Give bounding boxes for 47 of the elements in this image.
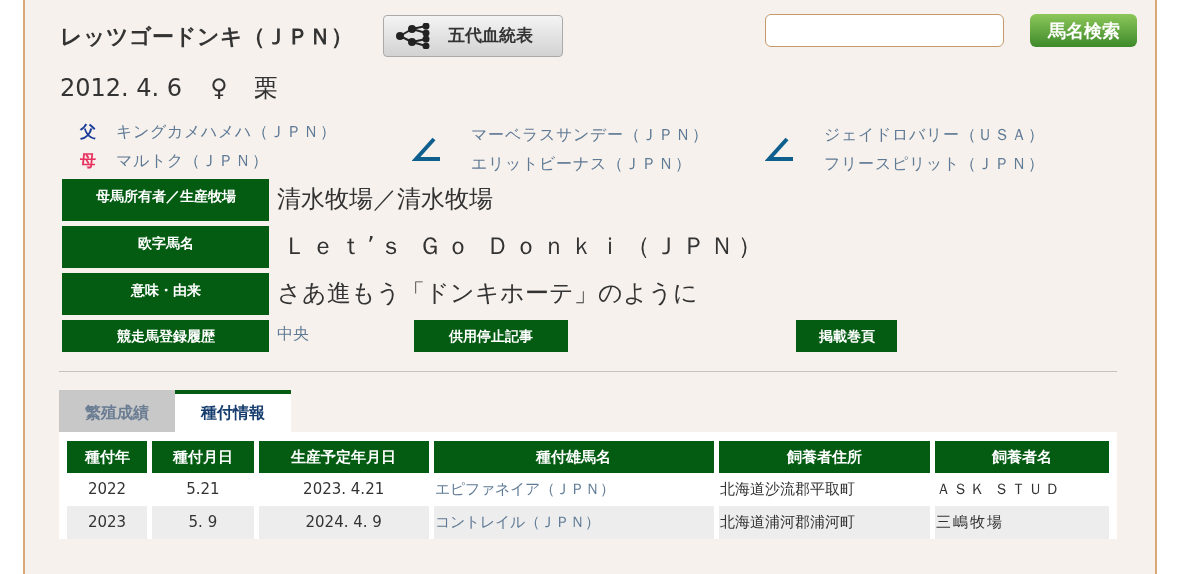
field-value: 清水牧場／清水牧場	[277, 184, 493, 215]
pedigree-button[interactable]: 五代血統表	[383, 15, 563, 57]
field-label: 欧字馬名	[62, 226, 269, 268]
column-header: 種付雄馬名	[433, 441, 714, 473]
table-cell: 北海道浦河郡浦河町	[719, 513, 855, 532]
table-cell: 2023. 4.21	[303, 480, 385, 499]
registry-link[interactable]: 中央	[277, 320, 414, 352]
horse-name-title: レッツゴードンキ（ＪＰＮ）	[60, 22, 354, 51]
column-header: 飼養者住所	[718, 441, 930, 473]
tab[interactable]: 種付情報	[175, 390, 291, 432]
table-cell: ＡＳＫ ＳＴＵＤ	[935, 480, 1062, 499]
search-button[interactable]: 馬名検索	[1030, 13, 1137, 47]
field-label: 競走馬登録履歴	[62, 320, 269, 352]
parent-label: 母	[80, 150, 96, 172]
column-header: 種付年	[67, 441, 148, 473]
table-cell: 2024. 4. 9	[305, 513, 382, 532]
pedigree-angle-icon	[412, 137, 442, 161]
table-cell: 三嶋牧場	[935, 513, 1004, 532]
field-value: Ｌｅｔ’ｓ Ｇｏ Ｄｏｎｋｉ（ＪＰＮ）	[283, 231, 766, 262]
parent-label: 父	[80, 121, 96, 143]
field-label: 母馬所有者／生産牧場	[62, 179, 269, 221]
grandparent-link[interactable]: エリットビーナス（ＪＰＮ）	[471, 151, 709, 176]
column-header: 飼養者名	[934, 441, 1109, 473]
birth-date: 2012. 4. 6	[60, 73, 183, 104]
table-cell: 2023	[87, 513, 127, 532]
pedigree-angle-icon	[765, 137, 795, 161]
tab[interactable]: 繁殖成績	[59, 390, 175, 432]
grandparent-link[interactable]: ジェイドロバリー（ＵＳＡ）	[824, 122, 1045, 147]
article-button[interactable]: 掲載巻頁	[796, 320, 897, 352]
search-field[interactable]	[764, 13, 1005, 47]
sex-symbol: ♀	[210, 73, 228, 104]
sire-dam-link[interactable]: キングカメハメハ（ＪＰＮ）	[116, 120, 337, 144]
column-header: 種付月日	[152, 441, 254, 473]
grandparent-link[interactable]: マーベラスサンデー（ＪＰＮ）	[471, 122, 709, 147]
stallion-link[interactable]: エピファネイア（ＪＰＮ）	[434, 480, 615, 499]
grandparent-link[interactable]: フリースピリット（ＪＰＮ）	[824, 151, 1045, 176]
stallion-link[interactable]: コントレイル（ＪＰＮ）	[434, 513, 600, 532]
article-button[interactable]: 供用停止記事	[414, 320, 568, 352]
table-cell: 5.21	[186, 480, 220, 499]
coat-color: 栗	[253, 73, 278, 104]
field-value: さあ進もう「ドンキホーテ」のように	[277, 278, 698, 309]
column-header: 生産予定年月日	[258, 441, 429, 473]
field-label: 意味・由来	[62, 273, 269, 315]
sire-dam-link[interactable]: マルトク（ＪＰＮ）	[116, 149, 269, 173]
table-cell: 5. 9	[188, 513, 218, 532]
table-cell: 2022	[87, 480, 127, 499]
table-cell: 北海道沙流郡平取町	[719, 480, 855, 499]
